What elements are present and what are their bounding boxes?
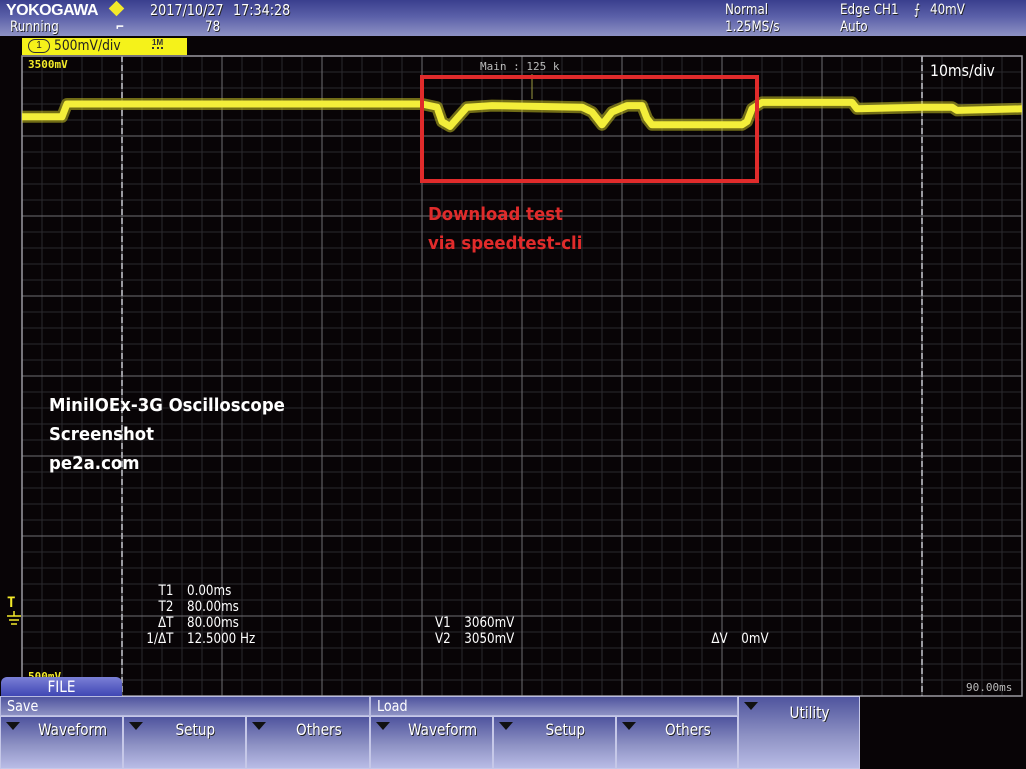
record-length: Main : 125 k (480, 60, 560, 73)
end-time: 90.00ms (966, 681, 1013, 694)
top-reference-level: 3500mV (28, 58, 68, 71)
caption-line: Screenshot (49, 424, 155, 445)
dropdown-triangle-icon (622, 722, 636, 730)
load-waveform-button[interactable]: Waveform (370, 716, 493, 769)
waveform-display (21, 55, 1023, 697)
measurement-row: 1/ΔT 12.5000 Hz (146, 631, 256, 647)
timebase[interactable]: 10ms/div (930, 61, 995, 80)
caption-line: pe2a.com (49, 453, 140, 474)
measurement-row: T2 80.00ms (158, 599, 239, 615)
save-waveform-button[interactable]: Waveform (0, 716, 123, 769)
delta-v-measurement: ΔV 0mV (711, 631, 769, 647)
measurement-row: V1 3060mV (434, 615, 515, 631)
measurement-row: T1 0.00ms (158, 583, 232, 599)
ground-marker-icon (7, 611, 21, 625)
caption-line: MiniIOEx-3G Oscilloscope (49, 395, 285, 416)
save-others-button[interactable]: Others (246, 716, 370, 769)
dropdown-triangle-icon (499, 722, 513, 730)
annotation-line: via speedtest-cli (428, 233, 583, 254)
utility-button[interactable]: Utility (738, 696, 860, 769)
dropdown-triangle-icon (6, 722, 20, 730)
save-setup-button[interactable]: Setup (123, 716, 246, 769)
save-group-label: Save (0, 696, 370, 716)
caption-text: MiniIOEx-3G Oscilloscope Screenshot pe2a… (49, 391, 285, 478)
measurement-row: ΔT 80.00ms (157, 615, 239, 631)
dropdown-triangle-icon (252, 722, 266, 730)
trigger-level-marker-icon[interactable]: T (7, 595, 15, 611)
time-measurements: T1 0.00ms T2 80.00ms ΔT 80.00ms 1/ΔT 12.5000… (136, 583, 255, 647)
load-group-label: Load (370, 696, 738, 716)
load-others-button[interactable]: Others (616, 716, 738, 769)
measurement-row: V2 3050mV (434, 631, 515, 647)
dropdown-triangle-icon (744, 702, 758, 710)
dropdown-triangle-icon (129, 722, 143, 730)
dropdown-triangle-icon (376, 722, 390, 730)
annotation-text: Download test via speedtest-cli (428, 200, 582, 258)
load-setup-button[interactable]: Setup (493, 716, 616, 769)
tab-file[interactable]: FILE (1, 677, 122, 696)
voltage-measurements: V1 3060mV V2 3050mV (432, 615, 514, 647)
annotation-line: Download test (428, 204, 563, 225)
softkey-menu: Save Load Waveform Setup Others Waveform… (0, 696, 860, 769)
